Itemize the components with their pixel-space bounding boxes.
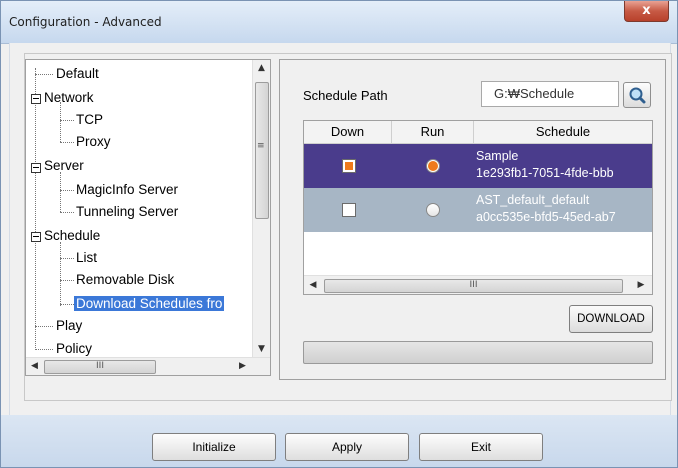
scroll-right-icon[interactable]: ▶ xyxy=(234,358,251,375)
scroll-right-icon[interactable]: ▶ xyxy=(632,276,650,294)
tree-connector xyxy=(35,68,36,350)
table-row[interactable]: AST_default_default a0cc535e-bfd5-45ed-a… xyxy=(304,188,652,232)
tree-connector xyxy=(60,280,74,281)
grid-horizontal-scrollbar[interactable]: ◀ III ▶ xyxy=(304,275,652,294)
tree-connector xyxy=(60,142,74,143)
settings-tree[interactable]: Default Network TCP Proxy Server MagicIn… xyxy=(25,59,271,376)
tree-item-label: Network xyxy=(44,90,94,105)
tree-connector xyxy=(60,102,61,142)
tree-item-list[interactable]: List xyxy=(74,248,99,268)
config-window: Configuration - Advanced x Default Netwo… xyxy=(0,0,678,468)
tree-item-schedule[interactable]: Schedule xyxy=(42,226,102,246)
schedule-id: 1e293fb1-7051-4fde-bbb xyxy=(476,166,614,180)
tree-connector xyxy=(60,242,61,306)
tree-connector xyxy=(60,212,74,213)
expand-server-icon[interactable] xyxy=(31,163,41,173)
tree-connector xyxy=(35,74,53,75)
tree-connector xyxy=(60,120,74,121)
tree-item-label: MagicInfo Server xyxy=(76,182,179,197)
tree-connector xyxy=(60,172,61,212)
tree-item-magicinfo-server[interactable]: MagicInfo Server xyxy=(74,180,180,200)
scroll-down-icon[interactable]: ▼ xyxy=(253,341,270,358)
tree-list: Default Network TCP Proxy Server MagicIn… xyxy=(26,60,254,358)
tree-item-label: Tunneling Server xyxy=(76,204,179,219)
download-checkbox[interactable] xyxy=(342,159,356,173)
schedule-name: AST_default_default xyxy=(476,193,590,207)
column-header-down[interactable]: Down xyxy=(304,121,392,143)
download-progress-bar xyxy=(303,341,653,364)
tree-hscroll-thumb[interactable]: III xyxy=(44,360,156,374)
tree-item-label: List xyxy=(76,250,98,265)
tree-item-label: Play xyxy=(56,318,83,333)
grid-header: Down Run Schedule xyxy=(304,121,652,144)
tree-item-play[interactable]: Play xyxy=(54,316,84,336)
tree-item-download-schedules[interactable]: Download Schedules fro xyxy=(74,294,225,314)
schedule-path-label: Schedule Path xyxy=(303,88,388,103)
tree-item-label: Proxy xyxy=(76,134,111,149)
tree-item-label: Server xyxy=(44,158,84,173)
tree-item-label: Schedule xyxy=(44,228,101,243)
initialize-button[interactable]: Initialize xyxy=(152,433,276,461)
run-radio[interactable] xyxy=(426,203,440,217)
schedule-cell: AST_default_default a0cc535e-bfd5-45ed-a… xyxy=(476,192,616,226)
tree-connector xyxy=(60,258,74,259)
tree-item-label: Policy xyxy=(56,341,93,356)
tree-item-label: Download Schedules fro xyxy=(74,296,225,311)
schedule-grid: Down Run Schedule Sample 1e293fb1-7051-4… xyxy=(303,120,653,295)
table-row[interactable]: Sample 1e293fb1-7051-4fde-bbb xyxy=(304,144,652,188)
window-title: Configuration - Advanced xyxy=(9,15,162,29)
tree-connector xyxy=(60,304,74,305)
download-button[interactable]: DOWNLOAD xyxy=(569,305,653,333)
scroll-left-icon[interactable]: ◀ xyxy=(26,358,43,375)
schedule-name: Sample xyxy=(476,149,519,163)
tree-item-network[interactable]: Network xyxy=(42,88,96,108)
tree-horizontal-scrollbar[interactable]: ◀ III ▶ xyxy=(26,357,270,375)
tree-connector xyxy=(35,349,53,350)
schedule-id: a0cc535e-bfd5-45ed-ab7 xyxy=(476,210,616,224)
download-checkbox[interactable] xyxy=(342,203,356,217)
schedule-cell: Sample 1e293fb1-7051-4fde-bbb xyxy=(476,148,614,182)
column-header-run[interactable]: Run xyxy=(392,121,474,143)
tree-item-removable-disk[interactable]: Removable Disk xyxy=(74,270,176,290)
tree-item-proxy[interactable]: Proxy xyxy=(74,132,113,152)
exit-button[interactable]: Exit xyxy=(419,433,543,461)
tree-item-default[interactable]: Default xyxy=(54,64,101,84)
close-button[interactable]: x xyxy=(624,1,669,22)
tree-connector xyxy=(60,190,74,191)
grip-icon: ≡ xyxy=(257,141,265,151)
tree-item-label: Removable Disk xyxy=(76,272,175,287)
grid-hscroll-thumb[interactable]: III xyxy=(324,279,623,293)
title-bar[interactable]: Configuration - Advanced x xyxy=(1,1,677,44)
tree-item-label: Default xyxy=(56,66,99,81)
tree-item-tunneling-server[interactable]: Tunneling Server xyxy=(74,202,180,222)
tree-item-policy[interactable]: Policy xyxy=(54,339,94,358)
tree-item-server[interactable]: Server xyxy=(42,156,86,176)
run-radio[interactable] xyxy=(426,159,440,173)
magnifier-icon xyxy=(629,87,646,104)
tree-connector xyxy=(35,326,53,327)
expand-schedule-icon[interactable] xyxy=(31,232,41,242)
tree-vscroll-thumb[interactable]: ≡ xyxy=(255,82,269,219)
expand-network-icon[interactable] xyxy=(31,94,41,104)
tree-vertical-scrollbar[interactable]: ▲ ≡ ▼ xyxy=(252,60,270,358)
scroll-up-icon[interactable]: ▲ xyxy=(253,60,270,77)
tree-item-tcp[interactable]: TCP xyxy=(74,110,105,130)
scroll-left-icon[interactable]: ◀ xyxy=(304,276,322,294)
schedule-path-field[interactable]: G:₩Schedule xyxy=(481,81,619,107)
apply-button[interactable]: Apply xyxy=(285,433,409,461)
browse-button[interactable] xyxy=(623,82,651,108)
column-header-schedule[interactable]: Schedule xyxy=(474,121,652,143)
tree-item-label: TCP xyxy=(76,112,103,127)
